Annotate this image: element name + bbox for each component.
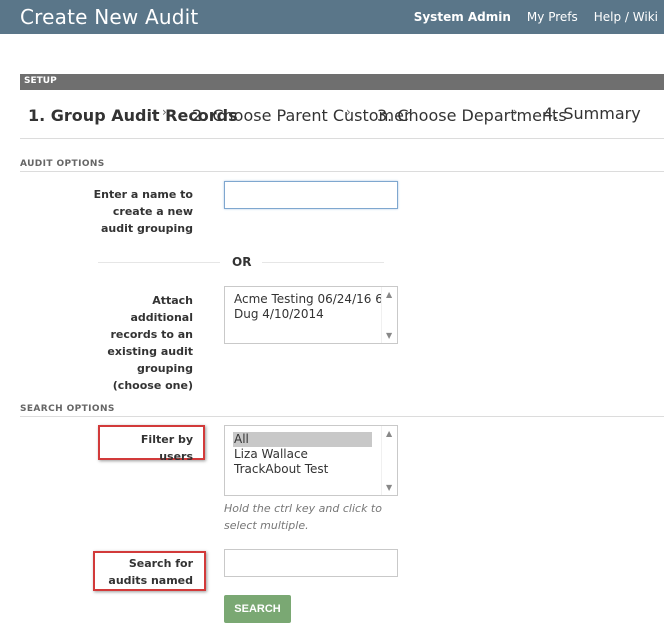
- scroll-down-icon[interactable]: ▼: [386, 331, 392, 340]
- scrollbar[interactable]: ▲ ▼: [381, 426, 397, 495]
- audit-grouping-list[interactable]: Acme Testing 06/24/16 6/2 Dug 4/10/2014 …: [224, 286, 398, 344]
- search-options-title: SEARCH OPTIONS: [20, 404, 115, 414]
- step-summary[interactable]: 4. Summary: [543, 104, 641, 123]
- divider: [20, 416, 664, 417]
- list-item[interactable]: All: [233, 432, 372, 447]
- divider: [262, 262, 384, 263]
- list-item[interactable]: TrackAbout Test: [225, 462, 397, 477]
- audit-options-title: AUDIT OPTIONS: [20, 159, 105, 169]
- nav-my-prefs[interactable]: My Prefs: [527, 10, 578, 24]
- search-button[interactable]: SEARCH: [224, 595, 291, 623]
- attach-grouping-label: Attach additional records to an existing…: [107, 294, 193, 392]
- list-item[interactable]: Liza Wallace: [225, 447, 397, 462]
- chevron-right-icon: ›: [513, 105, 518, 119]
- setup-label: SETUP: [24, 76, 57, 86]
- list-item[interactable]: Dug 4/10/2014: [225, 307, 397, 322]
- scroll-up-icon[interactable]: ▲: [386, 290, 392, 299]
- audit-name-input[interactable]: [224, 181, 398, 209]
- scrollbar[interactable]: ▲ ▼: [381, 287, 397, 343]
- multi-select-hint: Hold the ctrl key and click to select mu…: [224, 502, 382, 532]
- search-audits-label: Search for audits named: [108, 557, 193, 587]
- filter-users-label: Filter by users: [140, 433, 193, 463]
- scroll-up-icon[interactable]: ▲: [386, 429, 392, 438]
- nav-help-wiki[interactable]: Help / Wiki: [594, 10, 658, 24]
- users-list[interactable]: All Liza Wallace TrackAbout Test ▲ ▼: [224, 425, 398, 496]
- list-item[interactable]: Acme Testing 06/24/16 6/2: [225, 292, 397, 307]
- top-nav: System Admin My Prefs Help / Wiki: [414, 10, 658, 24]
- chevron-right-icon: ›: [346, 105, 351, 119]
- search-audits-input[interactable]: [224, 549, 398, 577]
- scroll-down-icon[interactable]: ▼: [386, 483, 392, 492]
- divider: [98, 262, 220, 263]
- page-title: Create New Audit: [20, 5, 199, 29]
- nav-system-admin[interactable]: System Admin: [414, 10, 511, 24]
- or-separator: OR: [232, 255, 252, 269]
- setup-bar: SETUP: [20, 74, 664, 90]
- step-choose-departments[interactable]: 3. Choose Departments: [377, 106, 567, 125]
- divider: [20, 138, 664, 139]
- top-bar: Create New Audit System Admin My Prefs H…: [0, 0, 664, 34]
- divider: [20, 171, 664, 172]
- chevron-right-icon: ›: [162, 105, 167, 119]
- audit-name-label: Enter a name to create a new audit group…: [93, 188, 193, 235]
